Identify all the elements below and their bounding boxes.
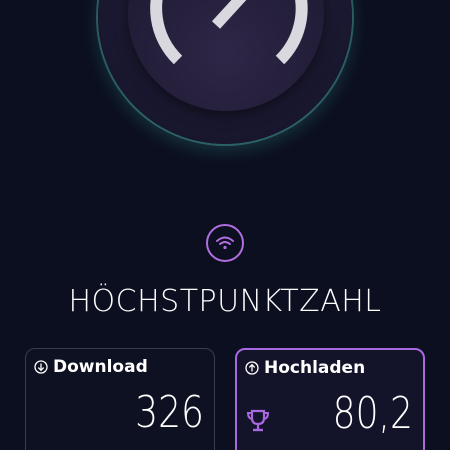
download-value: 326 xyxy=(135,387,204,438)
upload-label: Hochladen xyxy=(264,358,366,378)
wifi-icon xyxy=(206,224,244,262)
download-label: Download xyxy=(53,357,148,377)
upload-value: 80,2 xyxy=(332,388,413,439)
arrow-up-circle-icon xyxy=(245,361,259,375)
page-title: HÖCHSTPUNKTZAHL xyxy=(68,284,382,319)
speedometer-icon xyxy=(150,0,308,65)
arrow-down-circle-icon xyxy=(34,360,48,374)
upload-card-header: Hochladen xyxy=(245,358,365,378)
trophy-icon xyxy=(246,409,270,432)
download-card[interactable]: Download 326 xyxy=(25,348,215,450)
upload-card[interactable]: Hochladen 80,2 xyxy=(235,348,425,450)
speed-test-result-screen: HÖCHSTPUNKTZAHL Download 326 Hochladen 8… xyxy=(0,0,450,450)
download-card-header: Download xyxy=(34,357,148,377)
